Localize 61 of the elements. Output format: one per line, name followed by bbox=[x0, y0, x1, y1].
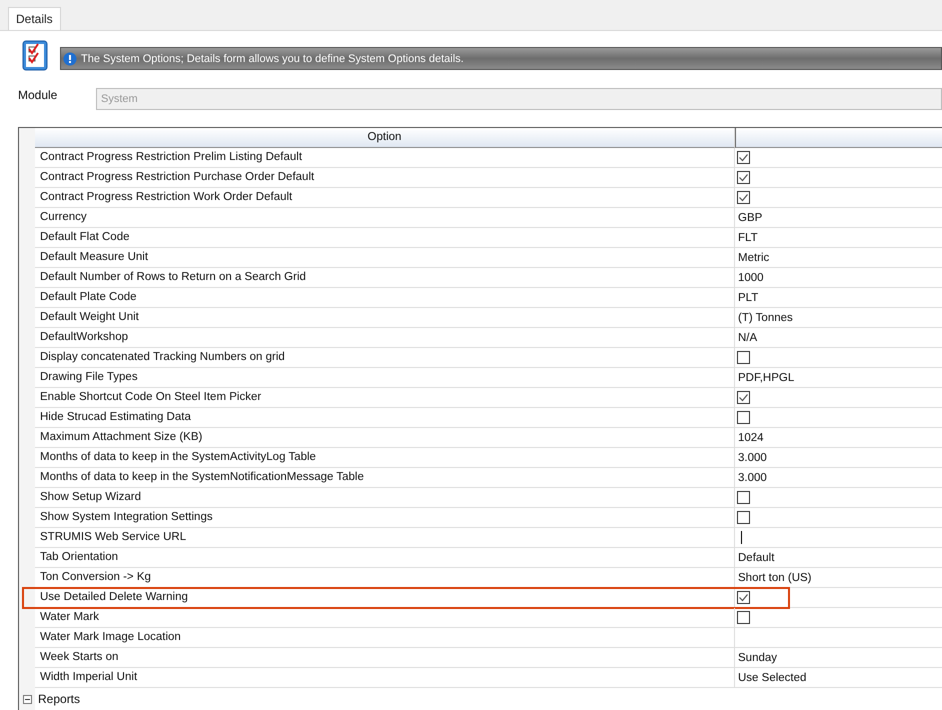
checkbox[interactable] bbox=[737, 171, 750, 184]
value-cell: Default bbox=[737, 552, 774, 564]
value-cell: Metric bbox=[737, 252, 770, 264]
option-cell: Tab Orientation bbox=[35, 548, 735, 568]
details-tab[interactable]: Details bbox=[8, 7, 61, 30]
option-cell: Default Measure Unit bbox=[35, 248, 735, 268]
checkbox[interactable] bbox=[737, 411, 750, 424]
value-cell: (T) Tonnes bbox=[737, 312, 793, 324]
option-cell: Contract Progress Restriction Purchase Order Default bbox=[35, 168, 735, 188]
value-cell: 3.000 bbox=[737, 452, 767, 464]
checkbox[interactable] bbox=[737, 391, 750, 404]
info-text: The System Options; Details form allows you to define System Options details. bbox=[81, 52, 464, 64]
value-cell: Short ton (US) bbox=[737, 572, 812, 584]
option-cell: Width Imperial Unit bbox=[35, 668, 735, 688]
value-cell: GBP bbox=[737, 212, 762, 224]
option-cell: Use Detailed Delete Warning bbox=[35, 588, 735, 608]
checklist-icon bbox=[22, 40, 48, 71]
option-cell: Show System Integration Settings bbox=[35, 508, 735, 528]
checkbox[interactable] bbox=[737, 151, 750, 164]
option-cell: Ton Conversion -> Kg bbox=[35, 568, 735, 588]
option-cell: Water Mark bbox=[35, 608, 735, 628]
option-cell: Contract Progress Restriction Prelim Listing Default bbox=[35, 148, 735, 168]
module-label: Module bbox=[18, 88, 58, 102]
value-cell: 1000 bbox=[737, 272, 764, 284]
option-cell: Show Setup Wizard bbox=[35, 488, 735, 508]
value-cell: Use Selected bbox=[737, 672, 806, 684]
checkbox[interactable] bbox=[737, 611, 750, 624]
option-cell: Maximum Attachment Size (KB) bbox=[35, 428, 735, 448]
option-cell: Contract Progress Restriction Work Order Default bbox=[35, 188, 735, 208]
option-cell: Water Mark Image Location bbox=[35, 628, 735, 648]
option-cell: Months of data to keep in the SystemNotificationMessage Table bbox=[35, 468, 735, 488]
option-cell: Week Starts on bbox=[35, 648, 735, 668]
value-cell: 1024 bbox=[737, 432, 764, 444]
option-cell: Hide Strucad Estimating Data bbox=[35, 408, 735, 428]
text-cursor bbox=[741, 531, 742, 544]
option-column-header[interactable]: Option bbox=[35, 128, 735, 148]
option-cell: STRUMIS Web Service URL bbox=[35, 528, 735, 548]
value-cell: PLT bbox=[737, 292, 758, 304]
checkbox[interactable] bbox=[737, 351, 750, 364]
option-cell: Enable Shortcut Code On Steel Item Picker bbox=[35, 388, 735, 408]
checkbox[interactable] bbox=[737, 511, 750, 524]
option-cell: Default Flat Code bbox=[35, 228, 735, 248]
option-cell: Currency bbox=[35, 208, 735, 228]
value-cell: PDF,HPGL bbox=[737, 372, 794, 384]
checkbox[interactable] bbox=[737, 591, 750, 604]
info-icon bbox=[63, 52, 77, 66]
option-cell: Default Number of Rows to Return on a Search Grid bbox=[35, 268, 735, 288]
checkbox[interactable] bbox=[737, 191, 750, 204]
value-cell: 3.000 bbox=[737, 472, 767, 484]
group-label[interactable]: Reports bbox=[38, 692, 80, 706]
option-cell: DefaultWorkshop bbox=[35, 328, 735, 348]
value-cell: N/A bbox=[737, 332, 758, 344]
value-cell: Sunday bbox=[737, 652, 778, 664]
checkbox[interactable] bbox=[737, 491, 750, 504]
option-cell: Default Weight Unit bbox=[35, 308, 735, 328]
option-cell: Months of data to keep in the SystemActivityLog Table bbox=[35, 448, 735, 468]
value-cell: FLT bbox=[737, 232, 758, 244]
option-cell: Display concatenated Tracking Numbers on grid bbox=[35, 348, 735, 368]
option-cell: Default Plate Code bbox=[35, 288, 735, 308]
option-cell: Drawing File Types bbox=[35, 368, 735, 388]
collapse-icon[interactable] bbox=[23, 694, 32, 704]
